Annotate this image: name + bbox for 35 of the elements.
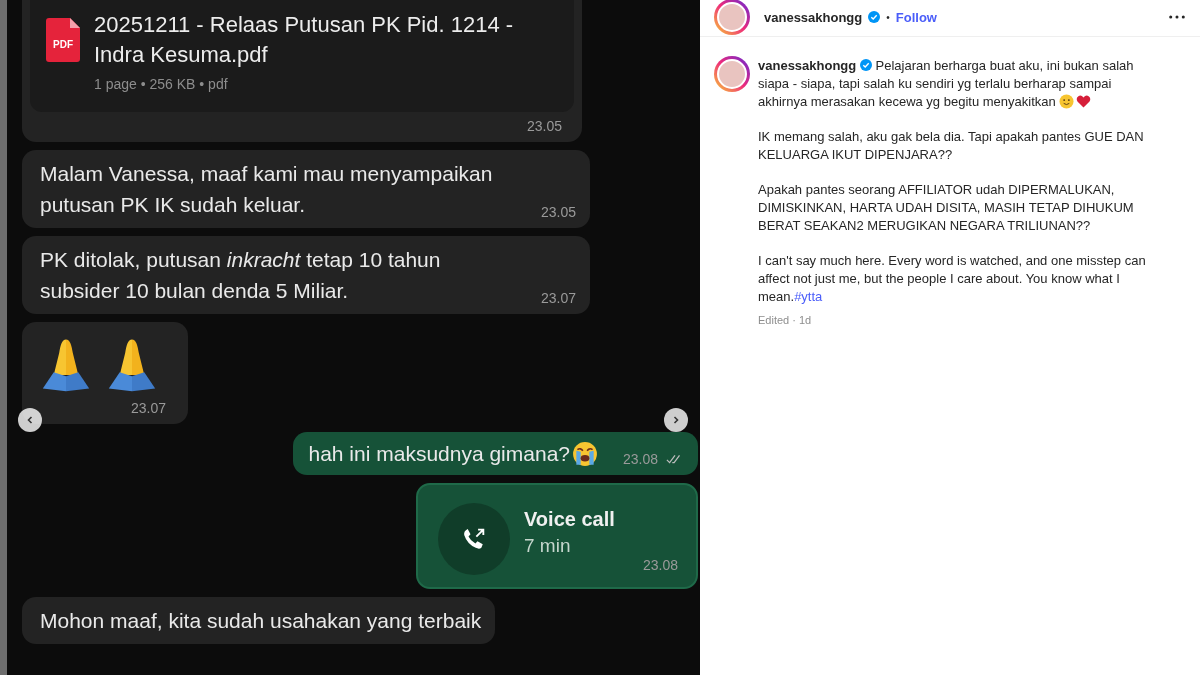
edited-timestamp: Edited · 1d [758,313,813,328]
chevron-left-icon [25,415,35,425]
message-time: 23.07 [540,290,576,306]
profile-avatar[interactable] [714,56,750,92]
message-time: 23.08 [622,451,658,467]
hashtag-link[interactable]: #ytta [794,289,823,304]
username-link[interactable]: vanessakhongg [758,58,857,73]
chevron-right-icon [671,415,681,425]
document-card[interactable]: PDF 20251211 - Relaas Putusan PK Pid. 1214 - Indra Kesuma.pdf 1 page • 256 KB • pdf [30,0,574,112]
message-time: 23.05 [540,204,576,220]
message-time: 23.05 [526,118,562,134]
heart-icon [1076,95,1092,108]
caption-paragraph: Apakah pantes seorang AFFILIATOR udah DIPERMALUKAN, DIMISKINKAN, HARTA UDAH DISITA, MASIH TETAP DIHUKUM BERAT SEAKAN2 MERUGIKAN NEGARA TRILIUNAN?? [758,181,1135,235]
separator-dot: • [886,11,890,23]
caption-paragraph: I can't say much here. Every word is watched, and one misstep can affect not just me, but the people I care about. You know what I mean.#ytta [758,252,1147,306]
voice-call-message[interactable]: Voice call 7 min 23.08 [416,483,698,589]
more-options-icon[interactable] [1168,15,1186,19]
caption-paragraph: vanessakhongg Pelajaran berharga buat aku, ini bukan salah siapa - siapa, tapi salah ku sendiri yg terlalu berharap sampai akhirnya merasakan kecewa yg begitu menyakitkan [758,57,1135,111]
next-arrow-button[interactable] [664,408,688,432]
follow-button[interactable]: Follow [895,9,937,25]
message-text: PK ditolak, putusan inkracht tetap 10 tahun subsider 10 bulan denda 5 Miliar. [40,247,442,304]
caption-paragraph: IK memang salah, aku gak bela dia. Tapi apakah pantes GUE DAN KELUARGA IKUT DIPENJARA?? [758,128,1145,164]
call-title: Voice call [524,507,615,531]
file-name: 20251211 - Relaas Putusan PK Pid. 1214 - Indra Kesuma.pdf [94,11,515,69]
message-text: hah ini maksudnya gimana? [308,441,570,467]
message-time: 23.07 [130,400,166,416]
message-text: Malam Vanessa, maaf kami mau menyampaikan putusan PK IK sudah keluar. [40,161,494,218]
previous-arrow-button[interactable] [18,408,42,432]
username-link[interactable]: vanessakhongg [764,9,863,25]
file-meta: 1 page • 256 KB • pdf [94,76,229,92]
message-text: Mohon maaf, kita sudah usahakan yang terbaik [40,608,482,634]
profile-avatar[interactable] [714,0,750,35]
message-time: 23.08 [642,557,678,573]
call-duration: 7 min [524,534,572,557]
pdf-file-icon: PDF [46,18,80,62]
